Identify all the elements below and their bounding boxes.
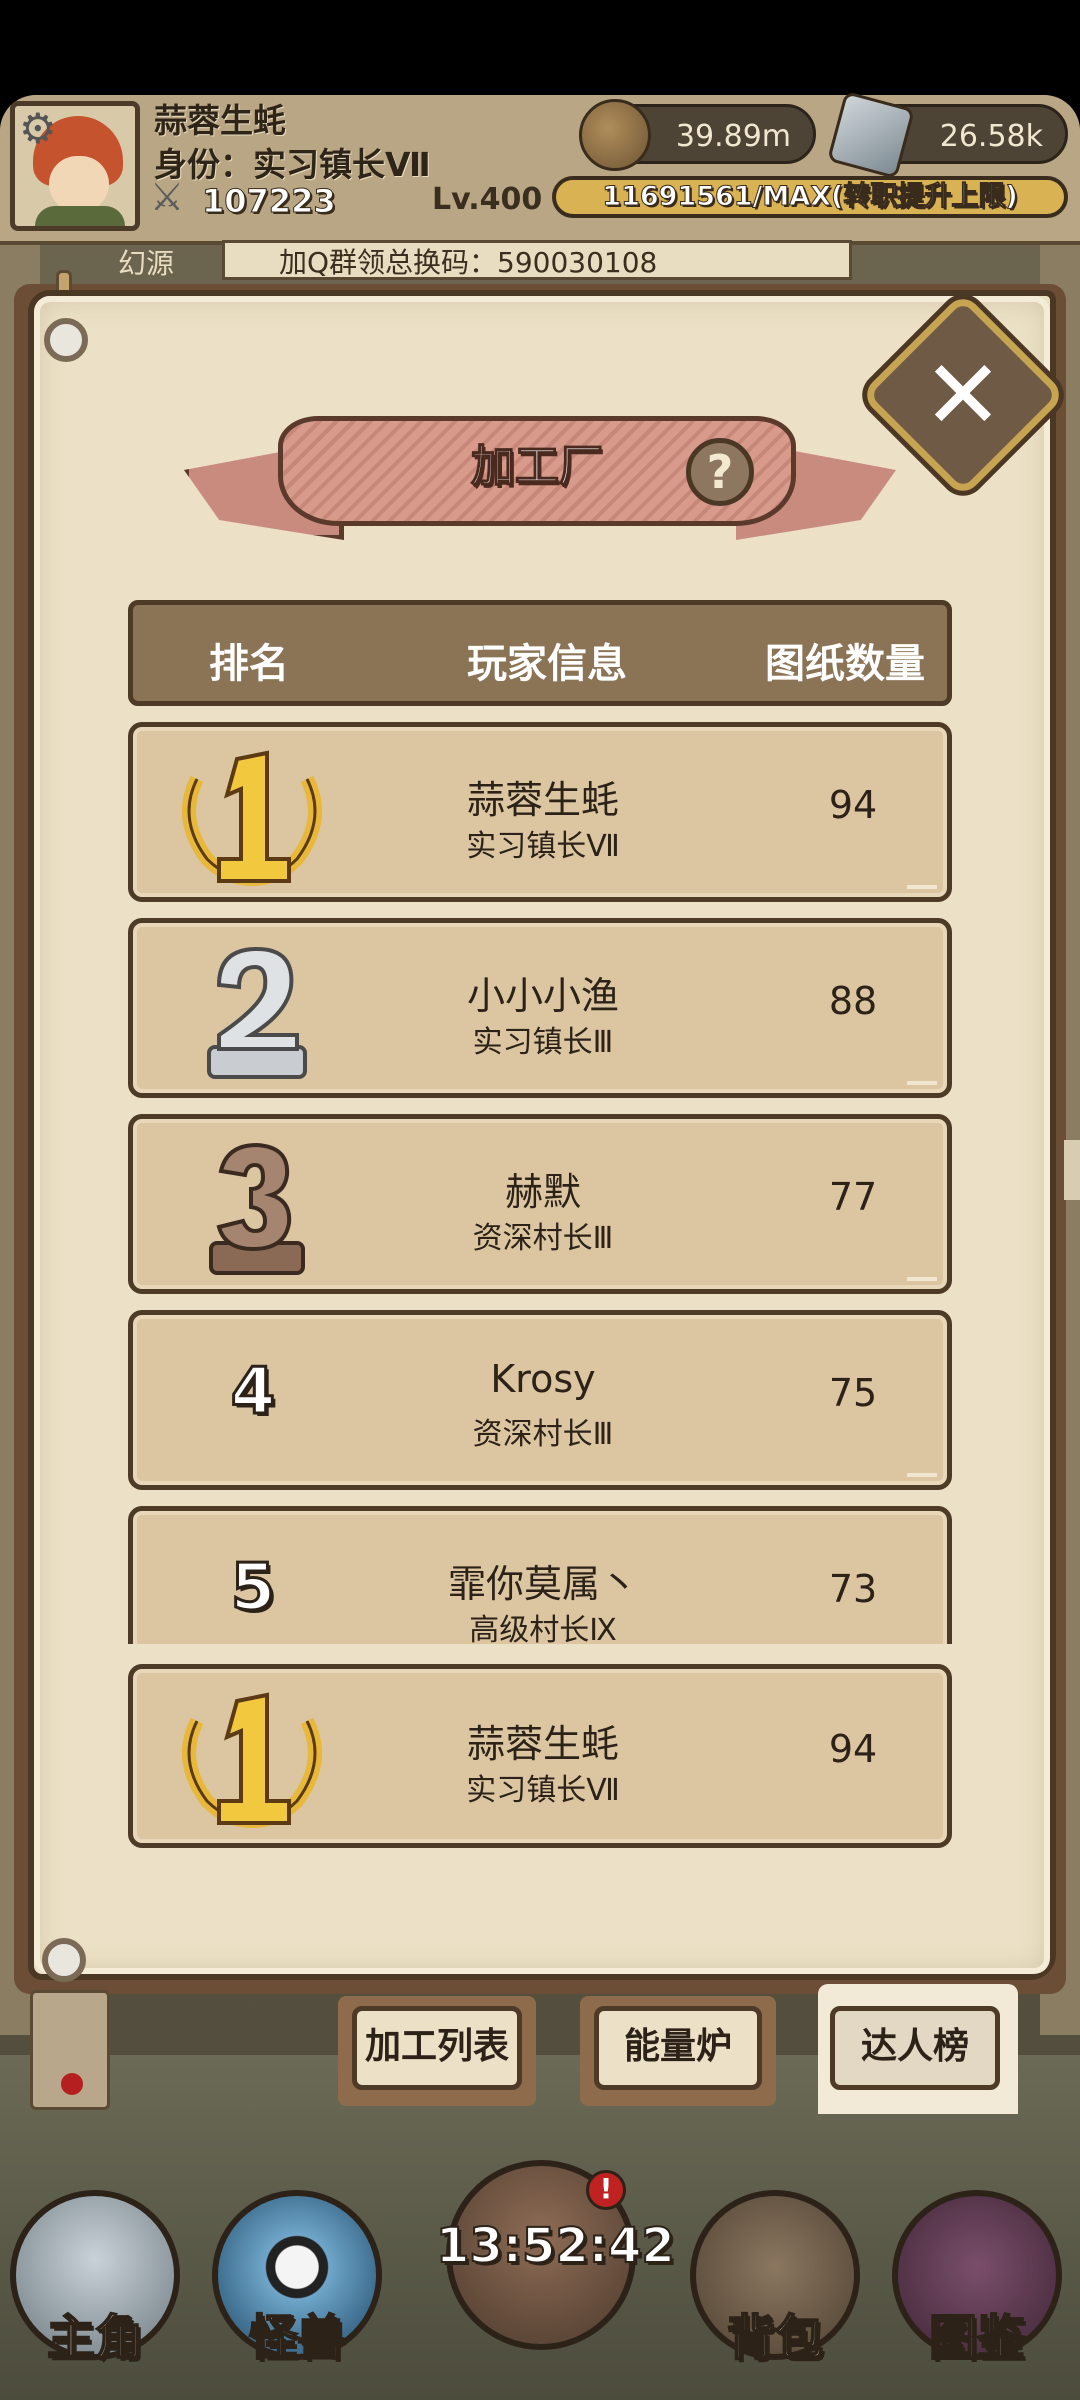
player-title: 身份：实习镇长Ⅶ — [154, 145, 431, 184]
silver-trophy-2-icon — [207, 946, 307, 1079]
nav-hero-button[interactable]: 主角 — [0, 2190, 190, 2380]
stones-counter[interactable]: 26.58k — [826, 90, 1068, 180]
tab-processing-list[interactable]: 加工列表 — [352, 2006, 522, 2090]
tab-leaderboard[interactable]: 达人榜 — [830, 2006, 1000, 2090]
player-rank-title: 高级村长Ⅸ — [469, 1613, 617, 1644]
game-clock: 13:52:42 — [435, 2217, 676, 2275]
coin-icon — [579, 99, 651, 171]
player-rank-title: 实习镇长Ⅲ — [472, 1025, 614, 1060]
side-edge — [1064, 1140, 1080, 1200]
pin-icon — [44, 318, 88, 362]
ranking-list[interactable]: 蒜蓉生蚝 实习镇长Ⅶ 94 小小小渔 实习镇长Ⅲ 88 赫默 资深村长Ⅲ 77 … — [120, 722, 960, 1644]
blueprint-count: 73 — [828, 1567, 878, 1611]
blueprint-count: 88 — [828, 979, 878, 1023]
combat-power: 107223 — [202, 182, 337, 221]
column-rank: 排名 — [209, 641, 289, 687]
player-name: Krosy — [490, 1357, 596, 1401]
player-name: 小小小渔 — [466, 974, 619, 1018]
column-player: 玩家信息 — [467, 641, 627, 687]
self-ranking-row[interactable]: 蒜蓉生蚝 实习镇长Ⅶ 94 — [128, 1664, 952, 1848]
table-row[interactable]: 蒜蓉生蚝 实习镇长Ⅶ 94 — [128, 722, 952, 902]
nav-codex-button[interactable]: 图鉴 — [882, 2190, 1072, 2380]
level-label: Lv.400 — [432, 182, 543, 217]
gold-laurel-medal-icon — [182, 750, 322, 887]
nav-hero-label: 主角 — [46, 2309, 144, 2367]
close-icon[interactable]: ✕ — [902, 334, 1024, 456]
pin-icon — [42, 1938, 86, 1982]
stones-value: 26.58k — [939, 119, 1043, 154]
nav-codex-label: 图鉴 — [928, 2309, 1026, 2367]
background-notice: 加Q群领总换码：590030108 — [222, 240, 852, 280]
status-bar — [0, 0, 1080, 95]
gold-laurel-medal-icon — [182, 1692, 322, 1829]
blueprint-count: 75 — [828, 1371, 878, 1415]
sword-icon: ⚔ — [150, 175, 185, 219]
column-count: 图纸数量 — [765, 641, 925, 687]
exp-bar: 11691561/MAX(转职提升上限) — [552, 176, 1068, 218]
table-row[interactable]: 4 Krosy 资深村长Ⅲ 75 — [128, 1310, 952, 1490]
nav-monster-button[interactable]: 怪兽 — [202, 2190, 392, 2380]
player-rank-title: 资深村长Ⅲ — [472, 1417, 614, 1452]
exp-text: 11691561/MAX(转职提升上限) — [602, 181, 1018, 213]
bottom-nav: 主角 怪兽 ! 背包 图鉴 — [0, 2150, 1080, 2400]
rank-number: 4 — [229, 1354, 277, 1431]
avatar[interactable]: ⚙ — [10, 101, 140, 231]
tab-energy-furnace[interactable]: 能量炉 — [594, 2006, 762, 2090]
player-rank-title: 资深村长Ⅲ — [472, 1221, 614, 1256]
notice-tag — [30, 1990, 110, 2110]
alert-badge: ! — [586, 2170, 626, 2210]
player-rank-title: 实习镇长Ⅶ — [466, 1773, 620, 1808]
blueprint-count: 94 — [828, 783, 878, 827]
table-row[interactable]: 赫默 资深村长Ⅲ 77 — [128, 1114, 952, 1294]
player-name: 霏你莫属丶 — [447, 1562, 638, 1606]
nav-bag-button[interactable]: 背包 — [680, 2190, 870, 2380]
blueprint-count: 77 — [828, 1175, 878, 1219]
coins-value: 39.89m — [675, 119, 791, 154]
background-tag: 幻源 — [118, 247, 175, 280]
bronze-trophy-3-icon — [209, 1142, 305, 1275]
player-rank-title: 实习镇长Ⅶ — [466, 829, 620, 864]
player-name: 赫默 — [504, 1170, 581, 1214]
help-button[interactable]: ? — [686, 438, 754, 506]
player-name: 蒜蓉生蚝 — [466, 1722, 619, 1766]
blueprint-count: 94 — [828, 1727, 878, 1771]
nav-monster-label: 怪兽 — [248, 2309, 346, 2367]
player-name: 蒜蓉生蚝 — [466, 778, 619, 822]
nav-bag-label: 背包 — [726, 2309, 824, 2367]
table-header: 排名 玩家信息 图纸数量 — [128, 600, 952, 706]
gear-icon[interactable]: ⚙ — [19, 108, 57, 150]
player-name: 蒜蓉生蚝 — [154, 101, 286, 140]
table-row[interactable]: 小小小渔 实习镇长Ⅲ 88 — [128, 918, 952, 1098]
table-row[interactable]: 5 霏你莫属丶 高级村长Ⅸ 73 — [128, 1506, 952, 1644]
coins-counter[interactable]: 39.89m — [579, 99, 816, 171]
rank-number: 5 — [229, 1550, 277, 1627]
